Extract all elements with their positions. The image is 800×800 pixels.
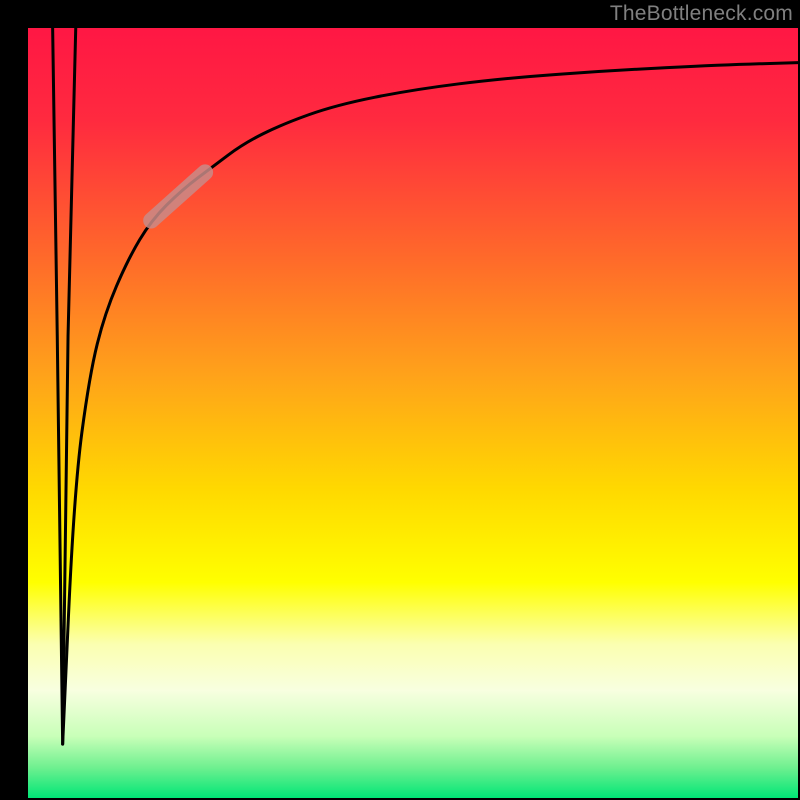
attribution-label: TheBottleneck.com xyxy=(610,2,793,26)
plot-background xyxy=(28,28,798,798)
chart-svg xyxy=(0,0,800,800)
chart-container: TheBottleneck.com xyxy=(0,0,800,800)
